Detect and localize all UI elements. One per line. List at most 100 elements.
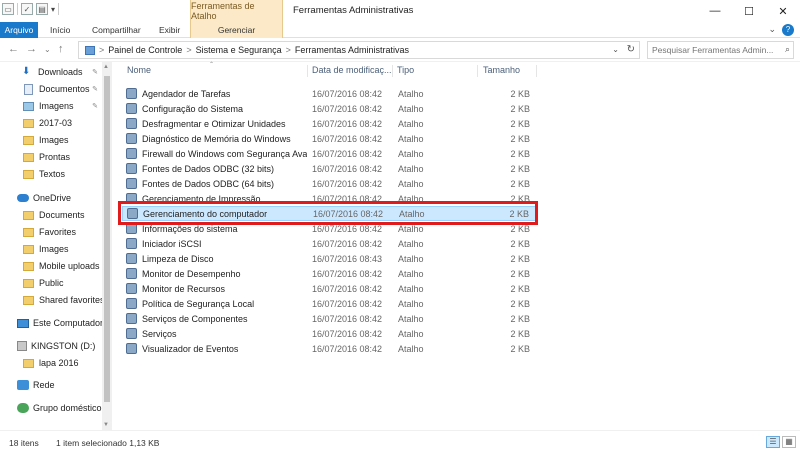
file-row[interactable]: Desfragmentar e Otimizar Unidades 16/07/2… xyxy=(122,116,536,131)
scroll-down-icon[interactable]: ▼ xyxy=(103,422,109,428)
properties-icon[interactable]: ✓ xyxy=(21,3,33,15)
breadcrumb-separator[interactable]: > xyxy=(186,45,191,55)
tab-exibir[interactable]: Exibir xyxy=(159,22,180,38)
file-date: 16/07/2016 08:42 xyxy=(312,103,383,114)
breadcrumb-separator[interactable]: > xyxy=(99,45,104,55)
tab-arquivo[interactable]: Arquivo xyxy=(0,22,38,38)
address-dropdown-icon[interactable]: ⌄ xyxy=(612,45,619,54)
shortcut-icon xyxy=(126,163,137,174)
column-divider[interactable] xyxy=(307,65,308,77)
file-row[interactable]: Limpeza de Disco 16/07/2016 08:43 Atalho 2 … xyxy=(122,251,536,266)
sidebar-item-documentos[interactable]: Documentos ✎ xyxy=(24,81,102,97)
breadcrumb-painel-de-controle[interactable]: Painel de Controle xyxy=(108,45,182,55)
file-row[interactable]: Política de Segurança Local 16/07/2016 08… xyxy=(122,296,536,311)
column-divider[interactable] xyxy=(536,65,537,77)
file-date: 16/07/2016 08:42 xyxy=(312,238,383,249)
toolbar-divider xyxy=(17,3,18,15)
file-name: Desfragmentar e Otimizar Unidades xyxy=(142,118,286,129)
sidebar-item-label: Este Computador xyxy=(33,318,104,328)
pin-icon[interactable]: ✎ xyxy=(92,85,98,93)
item-count: 18 itens xyxy=(9,438,39,448)
large-icons-view-icon[interactable]: ▦ xyxy=(782,436,796,448)
file-date: 16/07/2016 08:42 xyxy=(312,298,383,309)
search-icon[interactable]: ⌕ xyxy=(785,44,790,55)
minimize-button[interactable]: — xyxy=(698,0,732,22)
column-header-size[interactable]: Tamanho xyxy=(483,65,520,75)
file-date: 16/07/2016 08:42 xyxy=(312,148,383,159)
sidebar-item-downloads[interactable]: ⬇ Downloads ✎ xyxy=(22,64,102,80)
sidebar-item-imagens[interactable]: Imagens ✎ xyxy=(23,98,102,114)
file-row[interactable]: Fontes de Dados ODBC (64 bits) 16/07/2016… xyxy=(122,176,536,191)
up-arrow-icon[interactable]: ↑ xyxy=(58,43,64,55)
homegroup-icon xyxy=(17,403,29,413)
sort-ascending-icon: ⌃ xyxy=(209,62,215,68)
customize-toolbar-icon[interactable]: ▾ xyxy=(51,5,55,14)
file-type: Atalho xyxy=(398,238,424,249)
file-name: Fontes de Dados ODBC (32 bits) xyxy=(142,163,275,174)
file-type: Atalho xyxy=(398,328,424,339)
file-row[interactable]: Monitor de Recursos 16/07/2016 08:42 Atalh… xyxy=(122,281,536,296)
column-header-type[interactable]: Tipo xyxy=(397,65,414,75)
pin-icon[interactable]: ✎ xyxy=(92,102,98,110)
file-size: 2 KB xyxy=(510,223,530,234)
details-view-icon[interactable]: ☰ xyxy=(766,436,780,448)
file-name: Iniciador iSCSI xyxy=(142,238,202,249)
file-size: 2 KB xyxy=(510,343,530,354)
file-row[interactable]: Diagnóstico de Memória do Windows 16/07/2… xyxy=(122,131,536,146)
shortcut-icon xyxy=(126,253,137,264)
scroll-up-icon[interactable]: ▲ xyxy=(103,64,109,70)
sidebar-scrollbar[interactable]: ▲ ▼ xyxy=(102,62,112,430)
column-divider[interactable] xyxy=(477,65,478,77)
file-name: Informações do sistema xyxy=(142,223,238,234)
file-row[interactable]: Iniciador iSCSI 16/07/2016 08:42 Atalho 2 K… xyxy=(122,236,536,251)
drive-icon xyxy=(17,341,27,351)
toolbar-divider xyxy=(58,3,60,15)
annotation-highlight-box xyxy=(118,201,538,225)
collapse-ribbon-icon[interactable]: ⌄ xyxy=(768,24,776,35)
search-input[interactable] xyxy=(648,42,776,58)
column-header-date[interactable]: Data de modificaç... xyxy=(312,65,392,75)
file-row[interactable]: Monitor de Desempenho 16/07/2016 08:42 Ata… xyxy=(122,266,536,281)
file-row[interactable]: Firewall do Windows com Segurança Ava...… xyxy=(122,146,536,161)
file-type: Atalho xyxy=(398,298,424,309)
file-type: Atalho xyxy=(398,148,424,159)
file-row[interactable]: Serviços 16/07/2016 08:42 Atalho 2 KB xyxy=(122,326,536,341)
breadcrumb-separator[interactable]: > xyxy=(286,45,291,55)
file-row[interactable]: Visualizador de Eventos 16/07/2016 08:42 A… xyxy=(122,341,536,356)
column-header-name[interactable]: Nome xyxy=(127,65,151,75)
file-row[interactable]: Fontes de Dados ODBC (32 bits) 16/07/2016… xyxy=(122,161,536,176)
maximize-button[interactable]: ☐ xyxy=(732,0,766,22)
sidebar-item-label: 2017-03 xyxy=(39,118,73,128)
help-icon[interactable]: ? xyxy=(782,24,794,36)
file-size: 2 KB xyxy=(510,238,530,249)
tab-gerenciar[interactable]: Gerenciar xyxy=(190,22,283,38)
folder-icon[interactable]: ▭ xyxy=(2,3,14,15)
new-folder-icon[interactable]: ▤ xyxy=(36,3,48,15)
file-row[interactable]: Configuração do Sistema 16/07/2016 08:42 A… xyxy=(122,101,536,116)
shortcut-icon xyxy=(126,328,137,339)
tab-inicio[interactable]: Início xyxy=(50,22,70,38)
documents-icon xyxy=(24,83,33,95)
folder-icon xyxy=(23,295,34,305)
tab-compartilhar[interactable]: Compartilhar xyxy=(92,22,141,38)
column-divider[interactable] xyxy=(392,65,393,77)
search-box[interactable]: ⌕ xyxy=(647,41,794,59)
back-arrow-icon[interactable]: ← xyxy=(8,43,19,55)
scrollbar-thumb[interactable] xyxy=(104,76,110,402)
refresh-icon[interactable]: ↻ xyxy=(627,44,635,55)
breadcrumb-sistema-e-seguranca[interactable]: Sistema e Segurança xyxy=(196,45,282,55)
close-button[interactable]: ✕ xyxy=(766,0,800,22)
breadcrumb-ferramentas-administrativas[interactable]: Ferramentas Administrativas xyxy=(295,45,409,55)
address-bar[interactable]: > Painel de Controle > Sistema e Seguran… xyxy=(78,41,640,59)
sidebar-item-label: OneDrive xyxy=(33,193,72,203)
file-size: 2 KB xyxy=(510,283,530,294)
folder-icon xyxy=(23,244,34,254)
forward-arrow-icon[interactable]: → xyxy=(26,43,37,55)
file-date: 16/07/2016 08:42 xyxy=(312,88,383,99)
file-size: 2 KB xyxy=(510,253,530,264)
shortcut-icon xyxy=(126,298,137,309)
file-row[interactable]: Agendador de Tarefas 16/07/2016 08:42 Atal… xyxy=(122,86,536,101)
recent-locations-icon[interactable]: ⌄ xyxy=(44,45,51,54)
file-row[interactable]: Serviços de Componentes 16/07/2016 08:42 A… xyxy=(122,311,536,326)
pin-icon[interactable]: ✎ xyxy=(92,68,98,76)
